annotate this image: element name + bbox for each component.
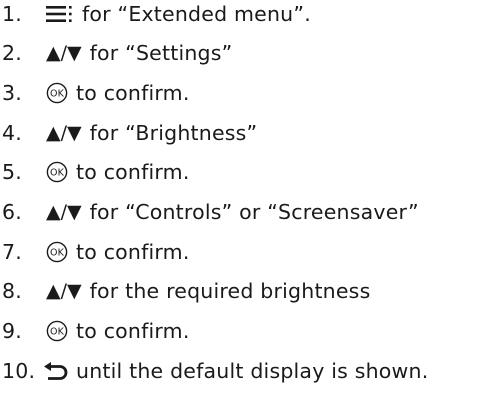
- step-text: for “Brightness”: [89, 121, 258, 145]
- ok-button-icon: OK: [46, 241, 68, 263]
- ok-button-icon: OK: [46, 320, 68, 342]
- ok-button-icon: OK: [46, 161, 68, 183]
- step-number: 5.: [2, 160, 22, 184]
- step-9: 9. OK to confirm.: [2, 317, 190, 345]
- step-number: 10.: [2, 359, 36, 383]
- step-10: 10. until the default display is shown.: [2, 357, 428, 385]
- up-down-arrows-icon: ▲/▼: [46, 122, 82, 144]
- svg-text:OK: OK: [50, 327, 65, 338]
- step-1: 1. for “Extended menu”.: [2, 0, 311, 28]
- step-number: 9.: [2, 319, 22, 343]
- step-text: until the default display is shown.: [76, 359, 429, 383]
- up-down-arrows-icon: ▲/▼: [46, 280, 82, 302]
- step-text: for “Extended menu”.: [82, 2, 311, 26]
- up-down-arrows-icon: ▲/▼: [46, 42, 82, 64]
- menu-icon: [46, 6, 74, 22]
- step-5: 5. OK to confirm.: [2, 158, 190, 186]
- step-3: 3. OK to confirm.: [2, 79, 190, 107]
- step-number: 6.: [2, 200, 22, 224]
- step-6: 6. ▲/▼ for “Controls” or “Screensaver”: [2, 198, 419, 226]
- step-text: to confirm.: [76, 160, 190, 184]
- step-number: 2.: [2, 41, 22, 65]
- svg-text:OK: OK: [50, 89, 65, 100]
- step-text: to confirm.: [76, 81, 190, 105]
- step-text: for “Settings”: [89, 41, 233, 65]
- step-7: 7. OK to confirm.: [2, 238, 190, 266]
- step-number: 7.: [2, 240, 22, 264]
- up-down-arrows-icon: ▲/▼: [46, 201, 82, 223]
- ok-button-icon: OK: [46, 82, 68, 104]
- step-text: for “Controls” or “Screensaver”: [89, 200, 419, 224]
- step-number: 4.: [2, 121, 22, 145]
- step-2: 2. ▲/▼ for “Settings”: [2, 39, 232, 67]
- step-text: to confirm.: [76, 319, 190, 343]
- step-text: for the required brightness: [89, 279, 371, 303]
- step-number: 1.: [2, 2, 22, 26]
- svg-text:OK: OK: [50, 248, 65, 259]
- svg-text:OK: OK: [50, 168, 65, 179]
- step-text: to confirm.: [76, 240, 190, 264]
- back-arrow-icon: [44, 362, 68, 380]
- step-4: 4. ▲/▼ for “Brightness”: [2, 119, 257, 147]
- step-number: 3.: [2, 81, 22, 105]
- step-number: 8.: [2, 279, 22, 303]
- step-8: 8. ▲/▼ for the required brightness: [2, 277, 370, 305]
